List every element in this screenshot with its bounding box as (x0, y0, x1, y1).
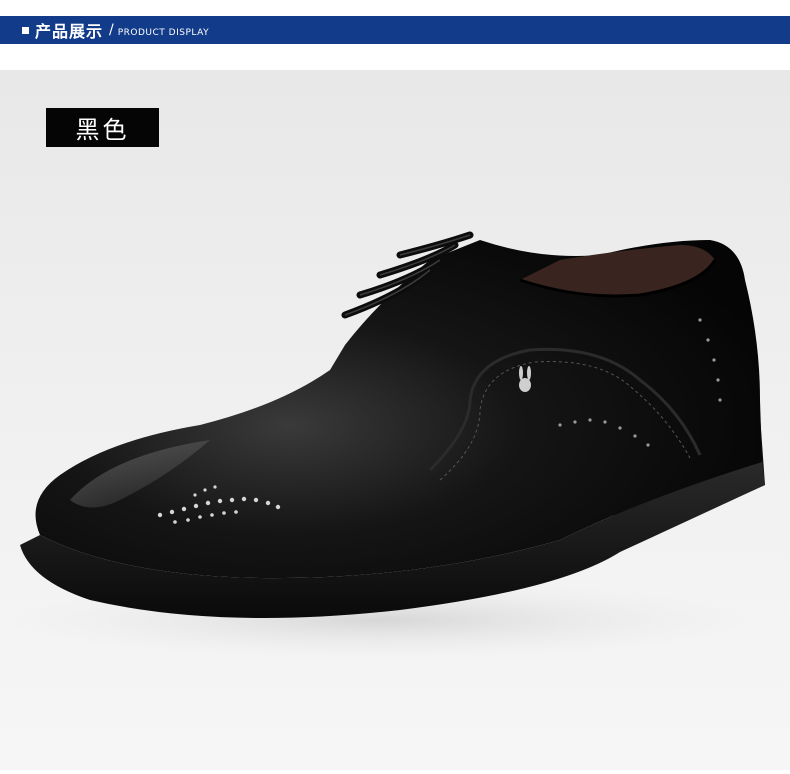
title-separator: / (109, 22, 114, 38)
section-title-cn: 产品展示 (35, 22, 104, 41)
section-title-en: PRODUCT DISPLAY (117, 27, 210, 38)
color-label: 黑色 (46, 108, 159, 147)
section-header: 产品展示 / PRODUCT DISPLAY (0, 16, 790, 44)
black-derby-shoe-image (0, 231, 765, 660)
square-bullet-icon (22, 26, 29, 34)
